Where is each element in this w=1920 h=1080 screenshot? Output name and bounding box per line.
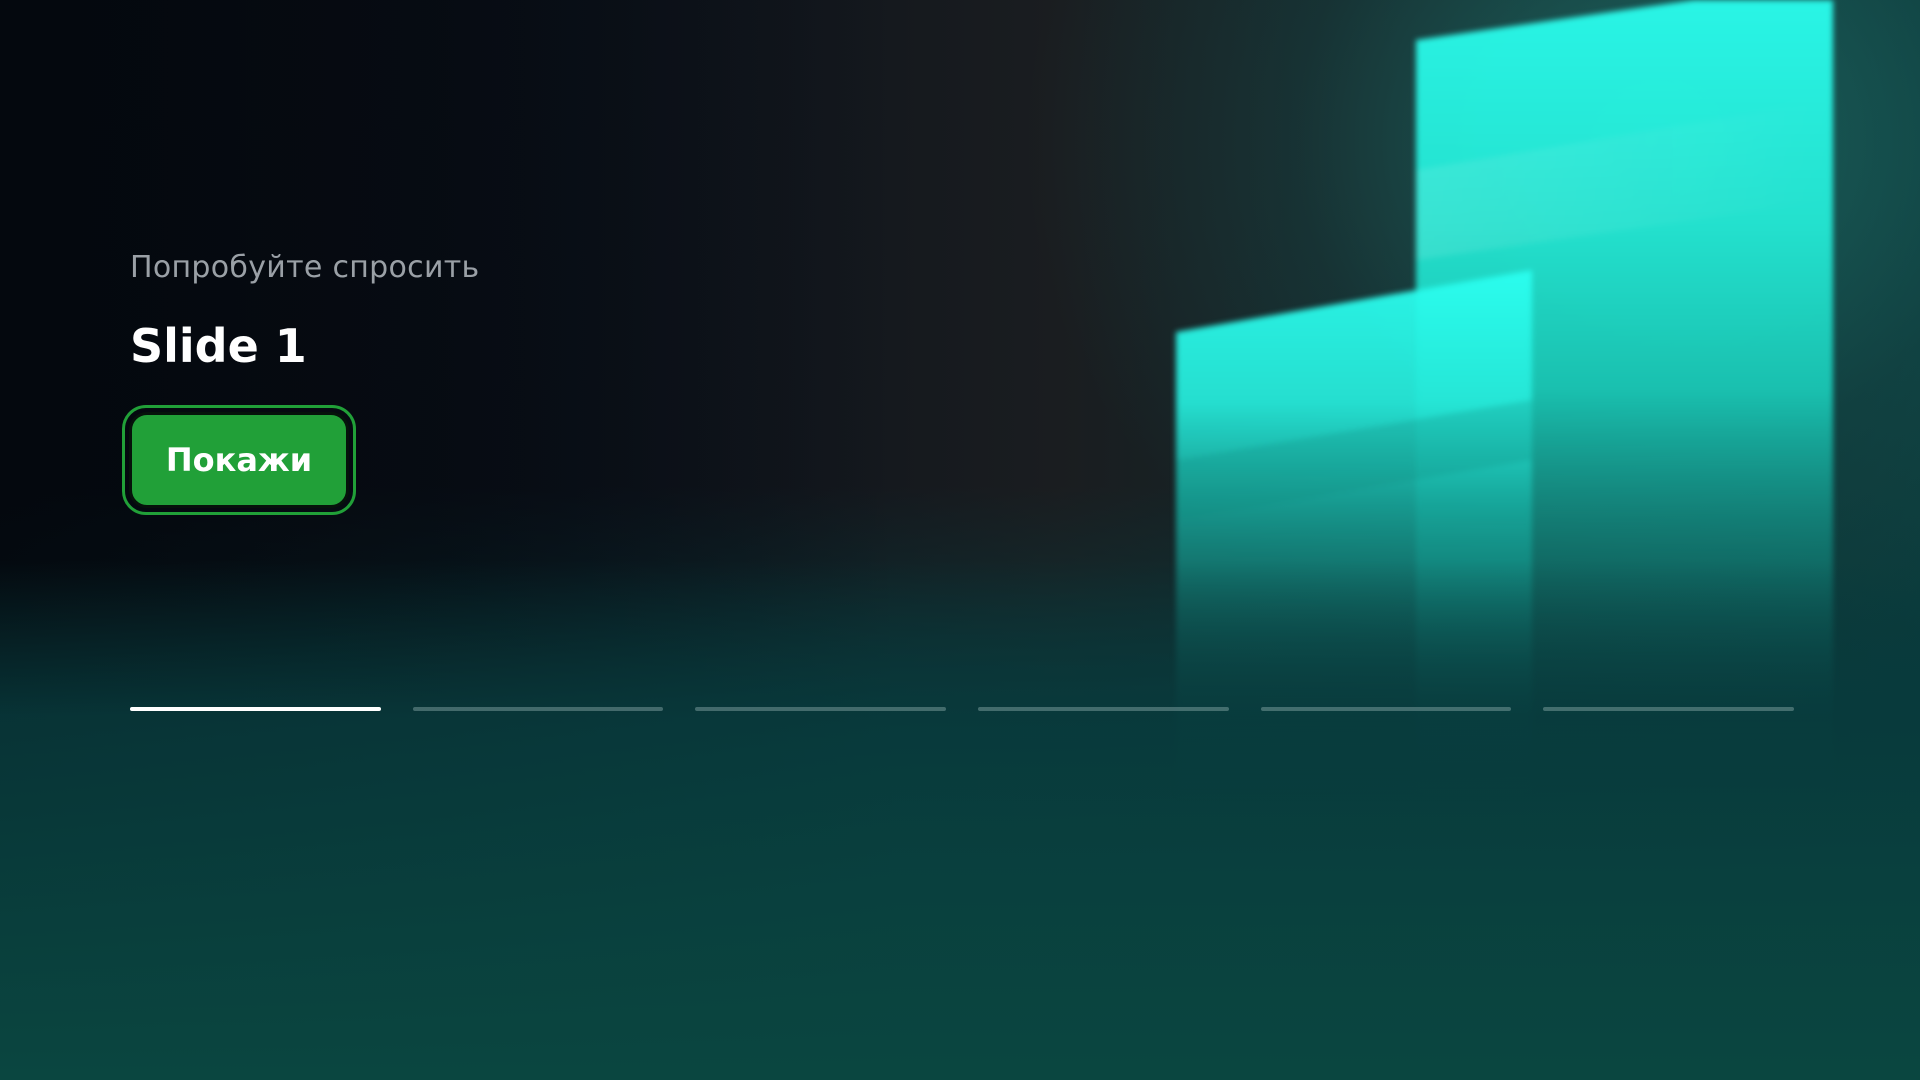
left-shade [0,0,900,1080]
hero-text-block: Попробуйте спросить Slide 1 [130,248,480,374]
back-panel-shape [1416,0,1833,800]
front-panel-shape [1176,270,1532,800]
carousel-progress [130,707,1795,711]
carousel-indicator-2[interactable] [412,707,664,711]
carousel-indicator-5[interactable] [1260,707,1512,711]
carousel-indicator-4[interactable] [978,707,1229,711]
hero-illustration [1176,0,1833,800]
hero-title: Slide 1 [130,319,307,373]
carousel-indicator-3[interactable] [695,707,947,711]
show-button-focus-ring[interactable]: Покажи [122,405,356,515]
show-button[interactable]: Покажи [129,412,349,508]
background-glow [1020,0,1920,700]
hero-slide: Попробуйте спросить Slide 1 Покажи [0,0,1920,1080]
carousel-indicator-6[interactable] [1543,707,1795,711]
hero-eyebrow: Попробуйте спросить [130,250,480,285]
carousel-indicator-1[interactable] [130,707,381,711]
bottom-fade [0,560,1920,1080]
